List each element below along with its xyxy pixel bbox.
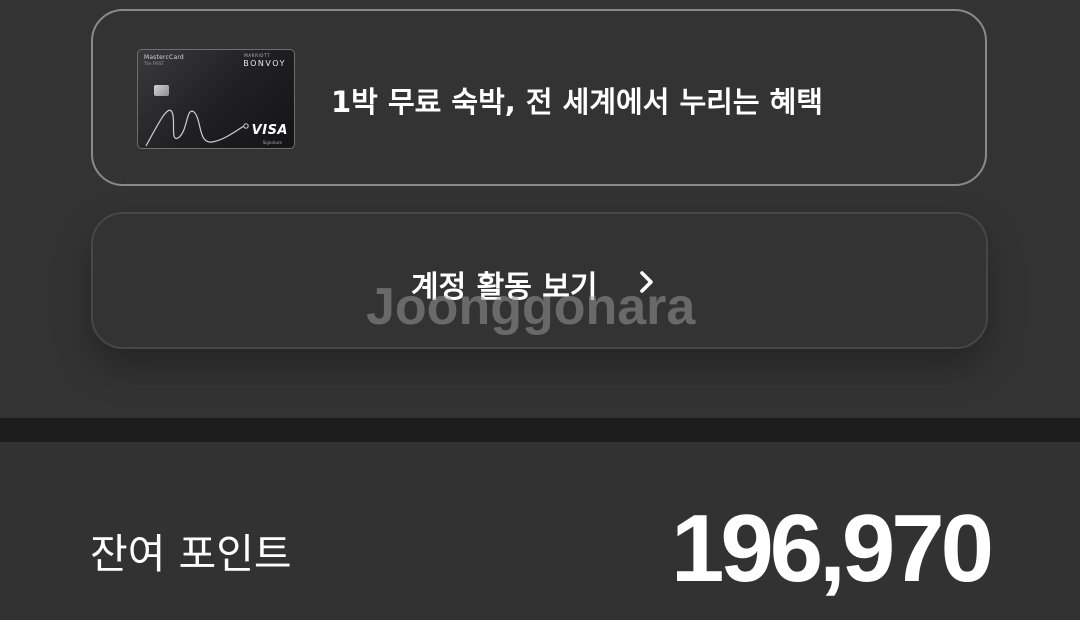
card-chip-icon [154,85,169,96]
credit-card-image: MastercCard The FIRST MARRIOTT BONVOY VI… [137,49,295,149]
top-area: MastercCard The FIRST MARRIOTT BONVOY VI… [0,0,1080,418]
remaining-points-label: 잔여 포인트 [90,530,292,578]
chevron-right-icon [640,271,653,293]
view-account-activity-label: 계정 활동 보기 [411,270,598,305]
card-issuer: MastercCard [144,54,184,61]
section-divider [0,418,1080,442]
card-network-logo: VISA [251,123,288,138]
remaining-points-value: 196,970 [670,495,994,602]
view-account-activity-button[interactable]: 계정 활동 보기 [91,212,988,349]
card-brand-small: MARRIOTT [244,53,270,58]
benefit-card[interactable]: MastercCard The FIRST MARRIOTT BONVOY VI… [91,9,987,186]
page: MastercCard The FIRST MARRIOTT BONVOY VI… [0,0,1080,620]
card-network-sub: Signature [262,140,282,145]
benefit-text: 1박 무료 숙박, 전 세계에서 누리는 혜택 [331,85,823,119]
card-brand: BONVOY [243,59,286,68]
points-section: 잔여 포인트 196,970 [0,442,1080,620]
card-issuer-sub: The FIRST [144,61,164,66]
